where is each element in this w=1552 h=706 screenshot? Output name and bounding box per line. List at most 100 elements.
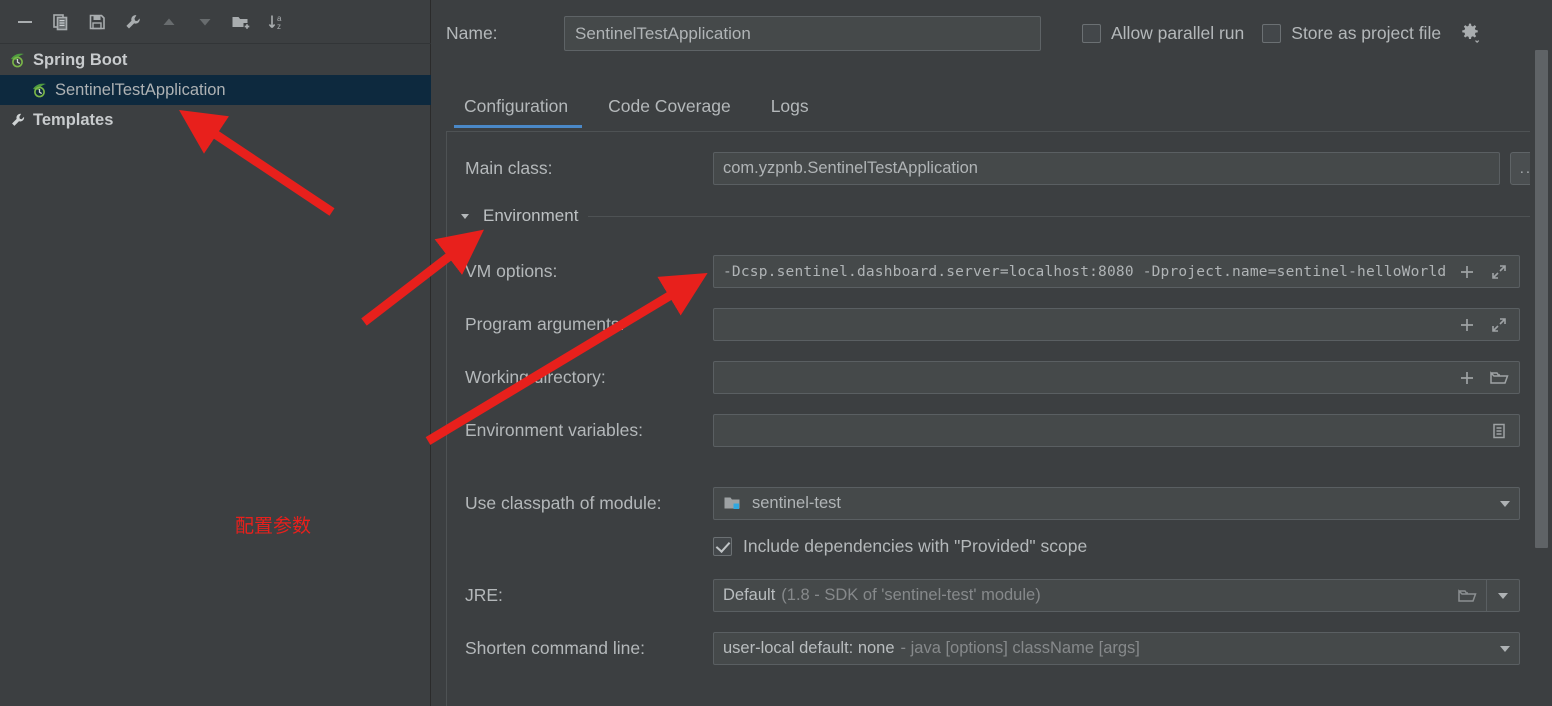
tab-logs[interactable]: Logs: [753, 90, 831, 128]
module-icon: [723, 495, 743, 512]
use-classpath-of-module-label: Use classpath of module:: [465, 493, 662, 513]
shorten-command-line-value: user-local default: none: [723, 639, 895, 657]
tree-item-label: SentinelTestApplication: [55, 80, 226, 99]
plus-icon[interactable]: [1456, 314, 1478, 336]
include-provided-row: Include dependencies with "Provided" sco…: [465, 536, 1552, 557]
checkbox-box[interactable]: [713, 537, 732, 556]
include-provided-checkbox[interactable]: Include dependencies with "Provided" sco…: [713, 536, 1087, 557]
spring-boot-icon: [30, 81, 49, 100]
store-as-project-file-checkbox[interactable]: Store as project file: [1262, 23, 1441, 44]
scrollbar-thumb[interactable]: [1535, 50, 1548, 548]
working-directory-input[interactable]: [713, 361, 1520, 394]
working-directory-label: Working directory:: [465, 367, 606, 387]
configurations-panel: a z Spring Boot SentinelTestApplication …: [0, 0, 431, 706]
program-arguments-input[interactable]: [713, 308, 1520, 341]
chevron-down-icon[interactable]: [457, 208, 473, 224]
shorten-command-line-dropdown[interactable]: user-local default: none - java [options…: [713, 632, 1520, 665]
chevron-down-icon[interactable]: [1498, 592, 1508, 599]
include-provided-label: Include dependencies with "Provided" sco…: [743, 536, 1088, 556]
section-divider: [588, 215, 1552, 217]
environment-variables-input[interactable]: [713, 414, 1520, 447]
vm-options-value: -Dcsp.sentinel.dashboard.server=localhos…: [723, 263, 1447, 280]
environment-title: Environment: [483, 206, 579, 225]
configuration-editor-panel: Name: SentinelTestApplication Allow para…: [432, 0, 1552, 706]
jre-dropdown[interactable]: Default (1.8 - SDK of 'sentinel-test' mo…: [713, 579, 1520, 612]
plus-icon[interactable]: [1456, 261, 1478, 283]
jre-dropdown-button[interactable]: [1487, 592, 1519, 599]
environment-variables-buttons: [1482, 420, 1510, 442]
use-classpath-of-module-dropdown[interactable]: sentinel-test: [713, 487, 1520, 520]
shorten-command-line-row: Shorten command line: user-local default…: [465, 632, 1552, 665]
tree-item-templates[interactable]: Templates: [0, 105, 431, 135]
wrench-icon[interactable]: [116, 6, 150, 38]
copy-icon[interactable]: [44, 6, 78, 38]
name-input[interactable]: SentinelTestApplication: [564, 15, 1041, 51]
environment-section-header[interactable]: Environment: [457, 206, 1552, 226]
environment-variables-row: Environment variables:: [465, 414, 1552, 447]
use-classpath-of-module-value: sentinel-test: [752, 494, 841, 512]
expand-icon[interactable]: [1488, 261, 1510, 283]
svg-text:z: z: [277, 22, 281, 31]
program-arguments-label: Program arguments:: [465, 314, 625, 334]
working-directory-buttons: [1450, 367, 1510, 389]
remove-button[interactable]: [8, 6, 42, 38]
checkbox-box[interactable]: [1082, 23, 1101, 43]
spring-boot-icon: [8, 51, 27, 70]
tree-item-sentineltestapplication[interactable]: SentinelTestApplication: [0, 75, 431, 105]
vm-options-label: VM options:: [465, 261, 558, 281]
tab-label: Code Coverage: [608, 96, 731, 116]
chevron-down-icon[interactable]: [1500, 645, 1510, 652]
jre-row: JRE: Default (1.8 - SDK of 'sentinel-tes…: [465, 579, 1552, 612]
configurations-toolbar: a z: [0, 0, 431, 44]
tab-code-coverage[interactable]: Code Coverage: [590, 90, 753, 128]
vertical-scrollbar[interactable]: [1530, 0, 1552, 706]
folder-icon[interactable]: [1456, 585, 1478, 607]
configuration-form: Main class: com.yzpnb.SentinelTestApplic…: [446, 132, 1552, 706]
expand-icon[interactable]: [1488, 314, 1510, 336]
shorten-command-line-description: - java [options] className [args]: [900, 639, 1140, 657]
wrench-icon: [8, 111, 27, 130]
main-class-value: com.yzpnb.SentinelTestApplication: [723, 159, 978, 177]
tab-configuration[interactable]: Configuration: [446, 90, 590, 128]
vm-options-input[interactable]: -Dcsp.sentinel.dashboard.server=localhos…: [713, 255, 1520, 288]
allow-parallel-run-label: Allow parallel run: [1111, 22, 1245, 43]
environment-variables-label: Environment variables:: [465, 420, 643, 440]
shorten-command-line-label: Shorten command line:: [465, 638, 645, 658]
header-options: Allow parallel run Store as project file: [1082, 0, 1481, 66]
tree-item-spring-boot[interactable]: Spring Boot: [0, 45, 431, 75]
tree-item-label: Spring Boot: [33, 50, 128, 69]
save-icon[interactable]: [80, 6, 114, 38]
tab-label: Configuration: [464, 96, 569, 116]
folder-icon[interactable]: [1488, 367, 1510, 389]
main-class-row: Main class: com.yzpnb.SentinelTestApplic…: [465, 152, 1552, 185]
allow-parallel-run-checkbox[interactable]: Allow parallel run: [1082, 23, 1244, 44]
configurations-tree: Spring Boot SentinelTestApplication Temp…: [0, 45, 431, 135]
tab-label: Logs: [770, 96, 809, 116]
vm-options-row: VM options: -Dcsp.sentinel.dashboard.ser…: [465, 255, 1552, 288]
checkbox-box[interactable]: [1262, 23, 1282, 43]
program-arguments-buttons: [1450, 314, 1510, 336]
store-as-project-file-label: Store as project file: [1291, 22, 1442, 43]
tree-item-label: Templates: [33, 110, 114, 129]
list-icon[interactable]: [1488, 420, 1510, 442]
vm-options-buttons: [1450, 261, 1510, 283]
gear-icon[interactable]: [1459, 22, 1481, 44]
main-class-input[interactable]: com.yzpnb.SentinelTestApplication: [713, 152, 1500, 185]
use-classpath-of-module-row: Use classpath of module: sentinel-test: [465, 487, 1552, 520]
run-configuration-dialog: a z Spring Boot SentinelTestApplication …: [0, 0, 1552, 706]
arrow-up-icon[interactable]: [152, 6, 186, 38]
plus-icon[interactable]: [1456, 367, 1478, 389]
editor-tabs: Configuration Code Coverage Logs: [446, 90, 831, 128]
program-arguments-row: Program arguments:: [465, 308, 1552, 341]
sort-alpha-icon[interactable]: a z: [260, 6, 294, 38]
folder-add-icon[interactable]: [224, 6, 258, 38]
name-label: Name:: [446, 22, 498, 43]
working-directory-row: Working directory:: [465, 361, 1552, 394]
jre-label: JRE:: [465, 585, 503, 605]
jre-value: Default: [723, 586, 776, 604]
annotation-note: 配置参数: [235, 515, 312, 537]
main-class-label: Main class:: [465, 158, 553, 178]
jre-description: (1.8 - SDK of 'sentinel-test' module): [781, 586, 1041, 604]
chevron-down-icon[interactable]: [1500, 500, 1510, 507]
arrow-down-icon[interactable]: [188, 6, 222, 38]
